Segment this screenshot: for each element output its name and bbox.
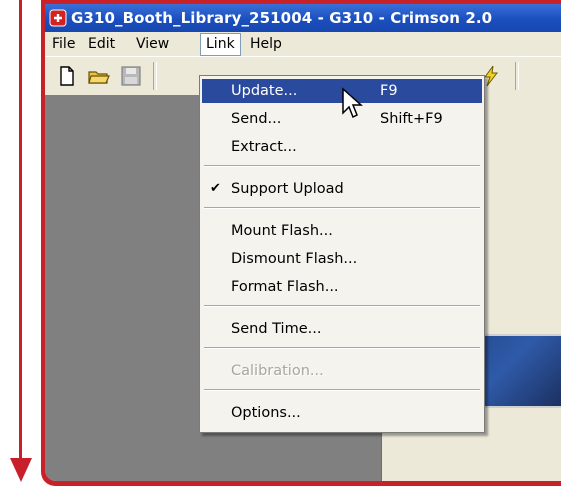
- menu-separator: [204, 207, 480, 209]
- menu-separator: [204, 389, 480, 391]
- menu-item-label: Calibration...: [231, 363, 324, 379]
- mouse-pointer-icon: [342, 87, 363, 119]
- crimson-logo-icon: [49, 9, 67, 27]
- menu-file[interactable]: File: [47, 33, 80, 55]
- window-title: G310_Booth_Library_251004 - G310 - Crims…: [71, 9, 493, 27]
- toolbar-separator: [153, 62, 157, 90]
- app-window: G310_Booth_Library_251004 - G310 - Crims…: [45, 4, 561, 481]
- menu-link[interactable]: Link: [200, 33, 241, 56]
- link-menu-dropdown: Update... F9 Send... Shift+F9 Extract...…: [199, 75, 485, 433]
- screenshot-frame: G310_Booth_Library_251004 - G310 - Crims…: [41, 0, 561, 486]
- toolbar-separator: [515, 62, 519, 90]
- menu-item-label: Options...: [231, 405, 301, 421]
- menu-bar: File Edit View Link Help: [45, 32, 561, 56]
- menu-item-label: Mount Flash...: [231, 223, 333, 239]
- arrow-shaft: [19, 0, 22, 460]
- menu-item-label: Send Time...: [231, 321, 322, 337]
- menu-item-calibration: Calibration...: [202, 359, 482, 383]
- menu-help[interactable]: Help: [245, 33, 287, 55]
- menu-item-label: Send...: [231, 111, 282, 127]
- menu-item-options[interactable]: Options...: [202, 401, 482, 425]
- menu-item-extract[interactable]: Extract...: [202, 135, 482, 159]
- menu-view[interactable]: View: [131, 33, 174, 55]
- menu-edit[interactable]: Edit: [83, 33, 120, 55]
- menu-separator: [204, 165, 480, 167]
- menu-item-support-upload[interactable]: ✔ Support Upload: [202, 177, 482, 201]
- menu-separator: [204, 347, 480, 349]
- new-file-icon[interactable]: [55, 64, 79, 88]
- save-icon[interactable]: [119, 64, 143, 88]
- menu-item-label: Extract...: [231, 139, 297, 155]
- menu-item-shortcut: Shift+F9: [380, 111, 443, 127]
- menu-item-label: Dismount Flash...: [231, 251, 358, 267]
- menu-separator: [204, 305, 480, 307]
- open-folder-icon[interactable]: [87, 64, 111, 88]
- menu-item-label: Update...: [231, 83, 298, 99]
- menu-item-dismount-flash[interactable]: Dismount Flash...: [202, 247, 482, 271]
- menu-item-label: Format Flash...: [231, 279, 339, 295]
- arrow-down-icon: [10, 458, 32, 482]
- menu-item-shortcut: F9: [380, 83, 398, 99]
- menu-item-format-flash[interactable]: Format Flash...: [202, 275, 482, 299]
- menu-item-mount-flash[interactable]: Mount Flash...: [202, 219, 482, 243]
- menu-item-label: Support Upload: [231, 181, 344, 197]
- checkmark-icon: ✔: [210, 181, 221, 196]
- title-bar[interactable]: G310_Booth_Library_251004 - G310 - Crims…: [45, 4, 561, 32]
- menu-item-send-time[interactable]: Send Time...: [202, 317, 482, 341]
